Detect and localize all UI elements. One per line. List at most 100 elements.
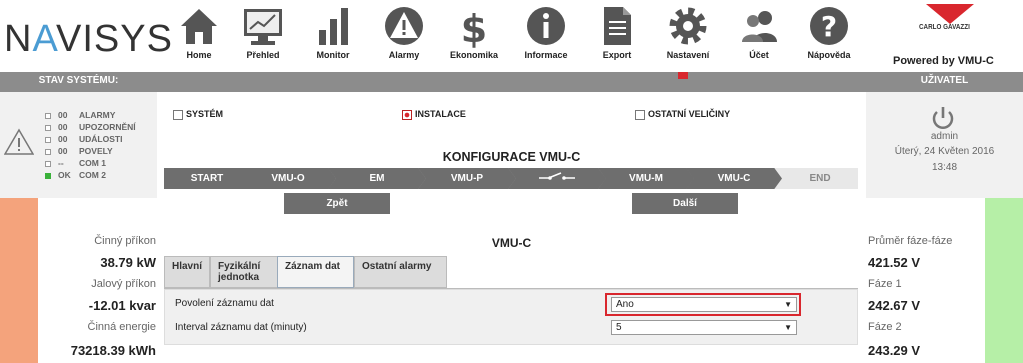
status-label: COM 2 [79, 170, 106, 180]
step-label: VMU-M [629, 173, 663, 184]
metric-value: -12.01 kvar [88, 298, 156, 313]
user-header: UŽIVATEL [920, 75, 969, 86]
nav-nastaveni-label: Nastavení [666, 50, 710, 60]
metric-value: 242.67 V [868, 298, 921, 313]
nav-nastaveni[interactable]: Nastavení [657, 4, 719, 68]
nav-informace-label: Informace [524, 50, 568, 60]
nav-ucet[interactable]: Účet [728, 4, 790, 68]
status-count: 00 [58, 146, 68, 156]
document-icon [604, 7, 631, 45]
step-vmu-o[interactable]: VMU-O [240, 168, 336, 189]
switch-icon [539, 172, 575, 181]
tab-ostatni-alarmy[interactable]: Ostatní alarmy [354, 256, 447, 288]
user-time: 13:48 [931, 162, 958, 173]
step-label: EM [369, 173, 385, 184]
status-row-udalosti[interactable]: 00 UDÁLOSTI [45, 134, 122, 144]
interval-select[interactable]: 5 ▼ [611, 320, 797, 335]
step-label: START [190, 173, 224, 184]
metric-value: 38.79 kW [100, 255, 156, 270]
step-label: VMU-C [717, 173, 751, 184]
users-icon [742, 11, 777, 42]
status-row-com2[interactable]: OK COM 2 [45, 170, 106, 180]
step-label: VMU-P [450, 173, 484, 184]
status-label: POVELY [79, 146, 113, 156]
status-indicator [45, 172, 51, 179]
nav-napoveda-label: Nápověda [807, 50, 851, 60]
filter-instalace[interactable]: INSTALACE [402, 109, 466, 120]
step-vmu-m[interactable]: VMU-M [598, 168, 694, 189]
nav-monitor[interactable]: Monitor [302, 4, 364, 68]
status-row-upozorneni[interactable]: 00 UPOZORNĚNÍ [45, 122, 136, 132]
checkbox[interactable] [402, 109, 412, 120]
wizard-title: KONFIGURACE VMU-C [442, 150, 581, 164]
help-icon: ? [810, 7, 848, 45]
status-indicator [45, 112, 51, 119]
metric-label: Jalový příkon [91, 278, 156, 290]
status-count: -- [58, 158, 64, 168]
nav-home[interactable]: Home [168, 4, 230, 68]
nav-monitor-label: Monitor [316, 50, 350, 60]
user-date: Úterý, 24 Květen 2016 [894, 146, 995, 157]
metric-label: Fáze 2 [868, 321, 902, 333]
step-em[interactable]: EM [328, 168, 426, 189]
status-count: 00 [58, 122, 68, 132]
tab-hlavni[interactable]: Hlavní [164, 256, 210, 288]
nav-export[interactable]: Export [586, 4, 648, 68]
select-value: 5 [616, 322, 622, 333]
status-count: 00 [58, 134, 68, 144]
status-row-povely[interactable]: 00 POVELY [45, 146, 113, 156]
status-indicator [45, 124, 51, 131]
nav-ekonomika-label: Ekonomika [449, 50, 498, 60]
nav-ekonomika[interactable]: $ Ekonomika [443, 4, 505, 68]
nav-prehled[interactable]: Přehled [232, 4, 294, 68]
step-vmu-c[interactable]: VMU-C [686, 168, 782, 189]
status-row-com1[interactable]: -- COM 1 [45, 158, 106, 168]
step-vmu-p[interactable]: VMU-P [418, 168, 516, 189]
metric-label: Průměr fáze-fáze [868, 235, 953, 247]
filter-label: INSTALACE [415, 109, 466, 119]
filter-ostatni-veliciny[interactable]: OSTATNÍ VELIČINY [635, 109, 730, 120]
tab-label: Záznam dat [285, 261, 341, 272]
checkbox[interactable] [635, 109, 645, 120]
nav-napoveda[interactable]: ? Nápověda [798, 4, 860, 68]
active-indicator [678, 72, 688, 79]
step-label: END [809, 173, 831, 184]
status-label: ALARMY [79, 110, 116, 120]
nav-ucet-label: Účet [749, 50, 769, 60]
nav-alarmy[interactable]: Alarmy [373, 4, 435, 68]
status-indicator [45, 148, 51, 155]
enable-logging-label: Povolení záznamu dat [175, 298, 274, 309]
power-icon[interactable] [930, 106, 956, 130]
gear-icon [669, 7, 707, 45]
status-indicator [45, 136, 51, 143]
home-icon [181, 9, 217, 44]
next-button[interactable]: Další [632, 193, 738, 214]
metric-label: Fáze 1 [868, 278, 902, 290]
step-start[interactable]: START [164, 168, 250, 189]
step-end[interactable]: END [782, 168, 858, 189]
metric-value: 421.52 V [868, 255, 921, 270]
dollar-icon: $ [461, 7, 487, 48]
nav-export-label: Export [602, 50, 632, 60]
status-row-alarmy[interactable]: 00 ALARMY [45, 110, 115, 120]
status-indicator [45, 160, 51, 167]
metric-label: Činný příkon [94, 235, 156, 247]
tab-fyzikalni-jednotka[interactable]: Fyzikální jednotka [210, 256, 278, 288]
nav-home-label: Home [186, 50, 212, 60]
filter-label: OSTATNÍ VELIČINY [648, 109, 731, 119]
checkbox[interactable] [173, 109, 183, 120]
svg-text:$: $ [461, 7, 487, 48]
nav-informace[interactable]: Informace [515, 4, 577, 68]
tab-label: Ostatní alarmy [362, 261, 432, 272]
filter-label: SYSTÉM [186, 109, 224, 119]
interval-label: Interval záznamu dat (minuty) [175, 322, 307, 333]
status-count: 00 [58, 110, 68, 120]
svg-text:?: ? [821, 10, 837, 43]
back-button[interactable]: Zpět [284, 193, 390, 214]
filter-system[interactable]: SYSTÉM [173, 109, 223, 120]
status-label: UDÁLOSTI [79, 134, 123, 144]
metric-label: Činná energie [87, 321, 157, 333]
tab-zaznam-dat[interactable]: Záznam dat [277, 256, 354, 288]
step-switch[interactable] [508, 168, 606, 189]
bar-chart-icon [319, 8, 348, 45]
